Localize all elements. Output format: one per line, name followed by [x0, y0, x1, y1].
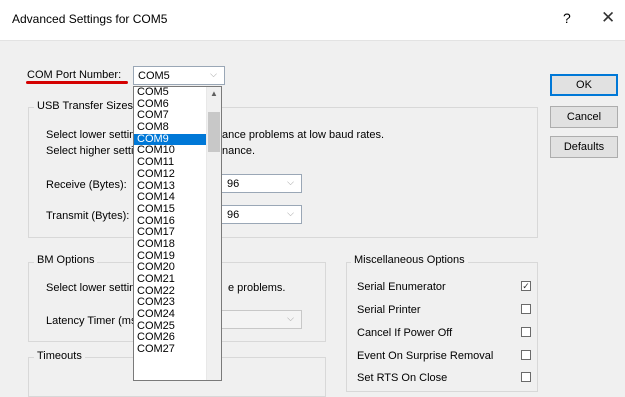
ok-button[interactable]: OK — [550, 74, 618, 96]
chevron-down-icon: ⌵ — [287, 313, 294, 323]
serial-printer-checkbox[interactable] — [521, 304, 531, 314]
chevron-down-icon: ⌵ — [210, 69, 217, 79]
usb-text-2-end: nance. — [222, 145, 256, 157]
close-button[interactable]: ✕ — [601, 8, 615, 28]
timeouts-title: Timeouts — [34, 350, 85, 362]
cancel-button[interactable]: Cancel — [550, 106, 618, 128]
transmit-value: 96 — [227, 209, 240, 221]
red-underline-annotation — [26, 81, 128, 84]
event-on-surprise-removal-label: Event On Surprise Removal — [357, 350, 494, 362]
bm-text-start: Select lower settin — [46, 282, 136, 294]
misc-options-title: Miscellaneous Options — [351, 254, 468, 266]
dropdown-item-com8[interactable]: COM8 — [134, 121, 208, 134]
chevron-down-icon: ⌵ — [287, 177, 294, 187]
usb-text-1-start: Select lower settin — [46, 129, 136, 141]
chevron-down-icon: ⌵ — [287, 208, 294, 218]
cancel-if-power-off-checkbox[interactable] — [521, 327, 531, 337]
transmit-label: Transmit (Bytes): — [46, 210, 130, 222]
usb-text-1-end: ance problems at low baud rates. — [222, 129, 385, 141]
check-icon: ✓ — [522, 281, 530, 291]
dropdown-item-com24[interactable]: COM24 — [134, 308, 208, 321]
dropdown-item-com18[interactable]: COM18 — [134, 238, 208, 251]
dropdown-items: COM5 COM6 COM7 COM8 COM9 COM10 COM11 COM12 COM13… — [134, 87, 208, 356]
com-port-dropdown-list[interactable]: COM5 COM6 COM7 COM8 COM9 COM10 COM11 COM12 COM13… — [133, 86, 222, 381]
dropdown-item-com5[interactable]: COM5 — [134, 87, 208, 99]
serial-enumerator-checkbox[interactable]: ✓ — [521, 281, 531, 291]
dropdown-item-com12[interactable]: COM12 — [134, 168, 208, 181]
usb-transfer-title: USB Transfer Sizes — [34, 100, 136, 112]
usb-text-2-start: Select higher settin — [46, 145, 140, 157]
set-rts-on-close-label: Set RTS On Close — [357, 372, 448, 384]
help-button[interactable]: ? — [563, 10, 571, 26]
bm-options-title: BM Options — [34, 254, 98, 266]
dropdown-item-com15[interactable]: COM15 — [134, 203, 208, 216]
window-title: Advanced Settings for COM5 — [12, 12, 168, 26]
dropdown-scrollbar[interactable]: ▲ — [206, 87, 221, 380]
receive-value: 96 — [227, 178, 240, 190]
com-port-label: COM Port Number: — [27, 69, 122, 81]
com-port-select[interactable]: COM5 ⌵ — [133, 66, 225, 85]
dropdown-item-com27[interactable]: COM27 — [134, 343, 208, 356]
latency-label: Latency Timer (mse — [46, 315, 143, 327]
cancel-if-power-off-label: Cancel If Power Off — [357, 327, 453, 339]
event-on-surprise-removal-checkbox[interactable] — [521, 350, 531, 360]
scroll-up-arrow-icon[interactable]: ▲ — [210, 89, 218, 98]
bm-text-end: e problems. — [228, 282, 286, 294]
receive-label: Receive (Bytes): — [46, 179, 127, 191]
dropdown-item-com21[interactable]: COM21 — [134, 273, 208, 286]
serial-enumerator-label: Serial Enumerator — [357, 281, 446, 293]
title-bar: Advanced Settings for COM5 ? ✕ — [0, 0, 625, 41]
defaults-button[interactable]: Defaults — [550, 136, 618, 158]
scroll-thumb[interactable] — [208, 112, 220, 152]
serial-printer-label: Serial Printer — [357, 304, 421, 316]
com-port-value: COM5 — [138, 70, 170, 82]
